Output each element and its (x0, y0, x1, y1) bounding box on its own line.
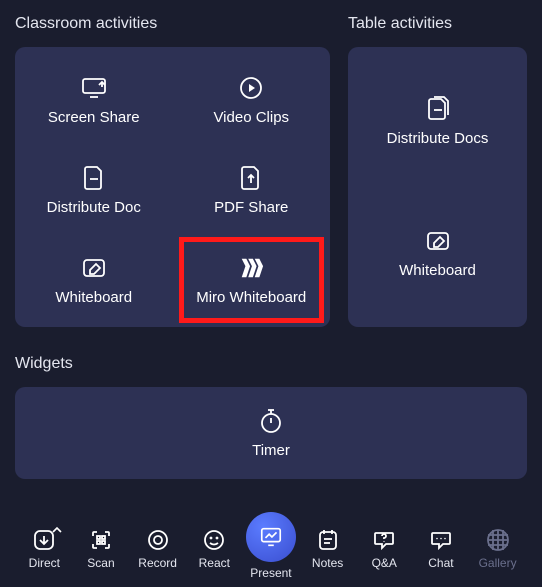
bb-label: Q&A (372, 556, 397, 570)
tile-label: Whiteboard (399, 262, 476, 279)
table-title: Table activities (348, 15, 527, 33)
tile-label: Whiteboard (55, 289, 132, 306)
bb-label: Record (138, 556, 177, 570)
record-icon (146, 528, 170, 552)
bb-label: Chat (428, 556, 453, 570)
chat-button[interactable]: Chat (413, 528, 469, 570)
react-icon (202, 528, 226, 552)
present-button[interactable]: Present (243, 518, 299, 580)
notes-icon (316, 528, 340, 552)
scan-button[interactable]: Scan (73, 528, 129, 570)
whiteboard-tile[interactable]: Whiteboard (15, 235, 173, 325)
tile-label: Distribute Doc (47, 199, 141, 216)
whiteboard-icon (425, 228, 451, 254)
classroom-activities-section: Classroom activities Screen Share (15, 15, 330, 327)
record-button[interactable]: Record (130, 528, 186, 570)
screen-share-icon (81, 75, 107, 101)
chat-icon (429, 528, 453, 552)
timer-icon (259, 408, 283, 434)
gallery-icon (486, 528, 510, 552)
widgets-section: Widgets Timer (15, 355, 527, 479)
classroom-title: Classroom activities (15, 15, 330, 33)
bottom-bar: Direct Scan Record (0, 515, 542, 587)
tile-label: Screen Share (48, 109, 140, 126)
qa-button[interactable]: Q&A (356, 528, 412, 570)
tile-label: PDF Share (214, 199, 288, 216)
screen-share-tile[interactable]: Screen Share (15, 55, 173, 145)
bb-label: Direct (29, 556, 60, 570)
pdf-share-icon (238, 165, 264, 191)
bb-label: Scan (87, 556, 114, 570)
react-button[interactable]: React (186, 528, 242, 570)
timer-tile[interactable]: Timer (15, 387, 527, 479)
tile-label: Video Clips (213, 109, 289, 126)
table-activities-section: Table activities Distribute Docs (348, 15, 527, 327)
video-clips-tile[interactable]: Video Clips (173, 55, 331, 145)
classroom-tile-grid: Screen Share Video Clips (15, 47, 330, 327)
chevron-up-icon (52, 526, 62, 534)
tile-label: Miro Whiteboard (196, 289, 306, 306)
direct-button[interactable]: Direct (16, 528, 72, 570)
miro-whiteboard-tile[interactable]: Miro Whiteboard (173, 235, 331, 325)
tile-label: Timer (252, 442, 290, 459)
qa-icon (372, 528, 396, 552)
scan-icon (89, 528, 113, 552)
distribute-doc-icon (81, 165, 107, 191)
bb-label: React (199, 556, 230, 570)
pdf-share-tile[interactable]: PDF Share (173, 145, 331, 235)
distribute-docs-tile[interactable]: Distribute Docs (348, 55, 527, 187)
bb-label: Present (250, 566, 291, 580)
miro-icon (238, 255, 264, 281)
present-icon (259, 525, 283, 549)
table-tile-grid: Distribute Docs Whiteboard (348, 47, 527, 327)
widgets-title: Widgets (15, 355, 527, 373)
whiteboard-icon (81, 255, 107, 281)
bb-label: Notes (312, 556, 343, 570)
bb-label: Gallery (479, 556, 517, 570)
tile-label: Distribute Docs (387, 130, 489, 147)
distribute-docs-icon (425, 96, 451, 122)
notes-button[interactable]: Notes (300, 528, 356, 570)
video-clips-icon (238, 75, 264, 101)
gallery-button[interactable]: Gallery (470, 528, 526, 570)
table-whiteboard-tile[interactable]: Whiteboard (348, 187, 527, 319)
distribute-doc-tile[interactable]: Distribute Doc (15, 145, 173, 235)
